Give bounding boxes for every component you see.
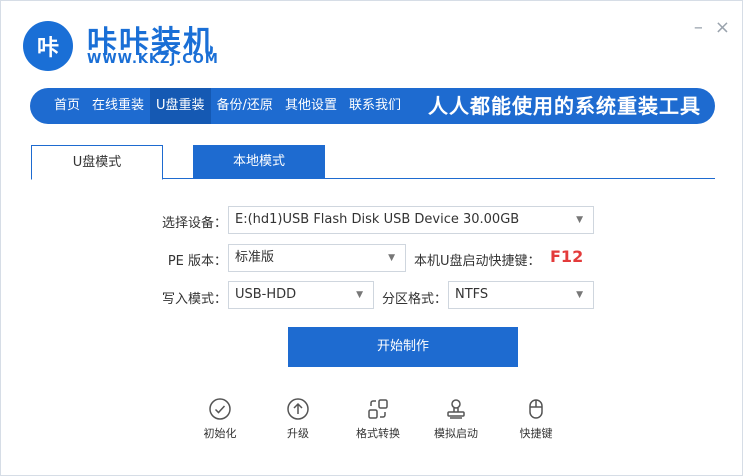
arrow-up-circle-icon (287, 398, 309, 420)
nav-slogan: 人人都能使用的系统重装工具 (428, 94, 701, 118)
logo-text: 咔 (36, 36, 59, 61)
nav-item-other-settings[interactable]: 其他设置 (279, 88, 343, 124)
start-make-button[interactable]: 开始制作 (288, 327, 518, 367)
tool-simulate-boot[interactable]: 模拟启动 (426, 397, 486, 441)
tool-hotkey[interactable]: 快捷键 (506, 397, 566, 441)
partition-format-label: 分区格式： (381, 292, 447, 307)
tab-usb-mode[interactable]: U盘模式 (31, 145, 163, 180)
tool-label: 初始化 (203, 427, 237, 440)
close-button[interactable]: × (715, 19, 730, 37)
stamp-icon (447, 399, 465, 419)
nav-item-online-reinstall[interactable]: 在线重装 (86, 88, 150, 124)
tool-upgrade[interactable]: 升级 (268, 397, 328, 441)
partition-format-select[interactable]: NTFS ▼ (448, 281, 594, 309)
tool-label: 升级 (287, 427, 309, 440)
chevron-down-icon: ▼ (576, 215, 583, 225)
main-nav: 首页 在线重装 U盘重装 备份/还原 其他设置 联系我们 人人都能使用的系统重装… (30, 88, 715, 124)
device-select-value: E:(hd1)USB Flash Disk USB Device 30.00GB (235, 212, 520, 227)
mode-tabs: U盘模式 本地模式 (31, 145, 715, 180)
partition-format-value: NTFS (455, 287, 489, 302)
device-label: 选择设备： (161, 216, 227, 231)
write-mode-value: USB-HDD (235, 287, 297, 302)
mouse-icon (529, 399, 543, 419)
hotkey-value: F12 (550, 247, 584, 266)
pe-version-label: PE 版本： (167, 254, 227, 269)
device-select[interactable]: E:(hd1)USB Flash Disk USB Device 30.00GB… (228, 206, 594, 234)
chevron-down-icon: ▼ (388, 253, 395, 263)
chevron-down-icon: ▼ (576, 290, 583, 300)
nav-item-home[interactable]: 首页 (48, 88, 86, 124)
nav-item-usb-reinstall[interactable]: U盘重装 (150, 88, 211, 124)
convert-icon (368, 399, 388, 419)
tool-label: 模拟启动 (434, 427, 478, 440)
tool-label: 格式转换 (356, 427, 400, 440)
window-controls: – × (694, 19, 730, 37)
app-window: 咔 咔咔装机 WWW.KKZJ.COM – × 首页 在线重装 U盘重装 备份/… (0, 0, 743, 476)
pe-version-value: 标准版 (235, 250, 275, 265)
logo-icon: 咔 (23, 21, 73, 71)
check-circle-icon (209, 398, 231, 420)
tab-local-mode[interactable]: 本地模式 (193, 145, 325, 179)
write-mode-select[interactable]: USB-HDD ▼ (228, 281, 374, 309)
brand-url: WWW.KKZJ.COM (87, 52, 219, 67)
tool-format-convert[interactable]: 格式转换 (348, 397, 408, 441)
hotkey-label: 本机U盘启动快捷键： (414, 254, 541, 269)
nav-item-contact[interactable]: 联系我们 (343, 88, 407, 124)
write-mode-label: 写入模式： (161, 292, 227, 307)
minimize-button[interactable]: – (694, 19, 703, 37)
nav-item-backup-restore[interactable]: 备份/还原 (211, 88, 279, 124)
chevron-down-icon: ▼ (356, 290, 363, 300)
pe-version-select[interactable]: 标准版 ▼ (228, 244, 406, 272)
tool-initialize[interactable]: 初始化 (190, 397, 250, 441)
tool-label: 快捷键 (519, 427, 553, 440)
